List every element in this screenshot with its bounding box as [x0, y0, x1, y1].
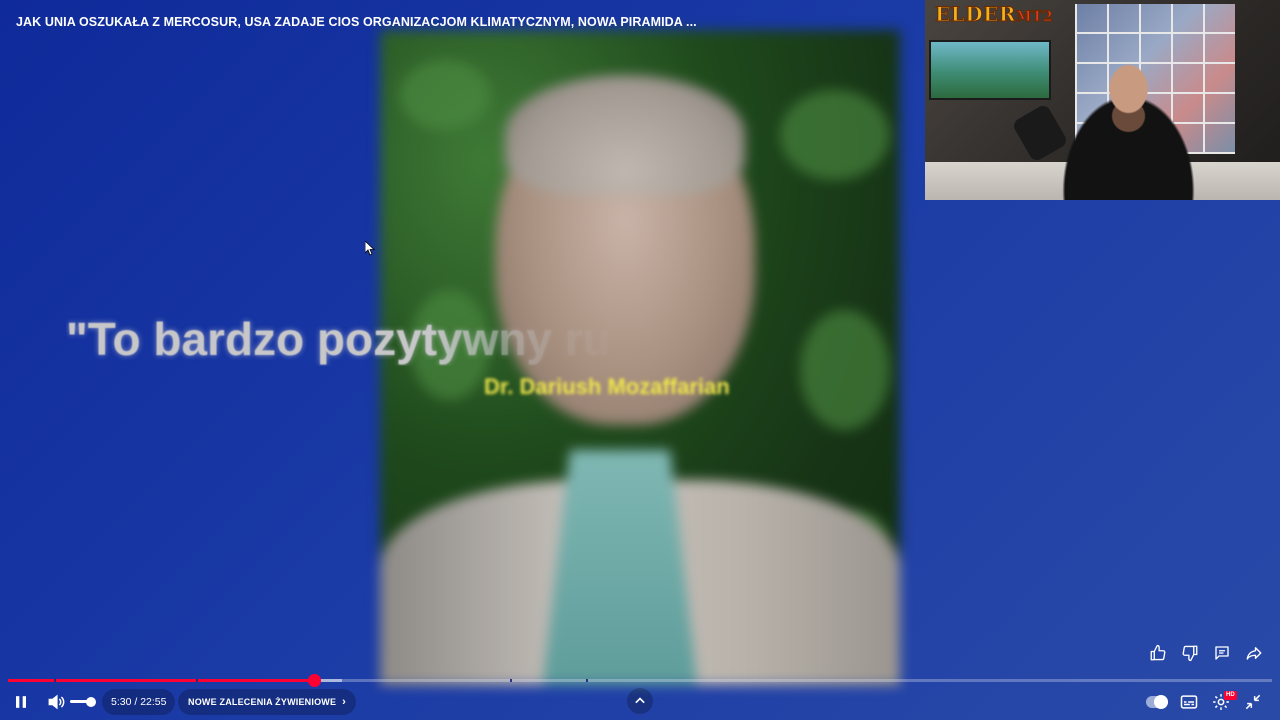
subtitles-button[interactable]	[1177, 690, 1201, 714]
chapter-marker	[53, 679, 56, 682]
quote-text: "To bardzo pozytywny ru	[66, 313, 611, 365]
share-icon	[1246, 647, 1261, 660]
autoplay-toggle[interactable]	[1146, 695, 1168, 709]
chapter-marker	[509, 679, 512, 682]
comments-button[interactable]	[1211, 642, 1232, 664]
pause-icon	[16, 696, 26, 708]
time-display: 5:30 / 22:55	[102, 689, 176, 715]
settings-button[interactable]: HD	[1209, 690, 1237, 714]
exit-fullscreen-button[interactable]	[1241, 690, 1265, 714]
chapter-button[interactable]: NOWE ZALECENIA ŻYWIENIOWE ›	[178, 689, 357, 715]
chevron-right-icon: ›	[342, 696, 347, 708]
progress-bar[interactable]	[8, 674, 1272, 687]
comment-icon	[1214, 646, 1229, 660]
subtitles-icon	[1180, 695, 1198, 709]
volume-slider[interactable]	[70, 696, 96, 707]
thumbs-down-icon	[1182, 645, 1197, 662]
video-actions	[1147, 642, 1264, 664]
autoplay-toggle-icon	[1154, 695, 1168, 709]
pause-button[interactable]	[9, 690, 33, 714]
volume-icon	[48, 694, 65, 710]
hd-badge: HD	[1224, 691, 1237, 700]
chevron-up-icon	[635, 697, 645, 704]
show-more-button[interactable]	[627, 688, 653, 714]
volume-handle[interactable]	[86, 696, 96, 707]
video-title[interactable]: JAK UNIA OSZUKAŁA Z MERCOSUR, USA ZADAJE…	[16, 15, 697, 29]
like-button[interactable]	[1147, 642, 1168, 664]
mouse-cursor-icon	[365, 241, 375, 256]
speaker-caption: Dr. Dariush Mozaffarian	[484, 374, 730, 399]
streamer-webcam: ELDERMT2	[925, 0, 1280, 200]
player-controls: 5:30 / 22:55 NOWE ZALECENIA ŻYWIENIOWE ›…	[0, 686, 1280, 716]
chapter-label: NOWE ZALECENIA ŻYWIENIOWE	[188, 697, 337, 707]
chapter-marker	[196, 679, 199, 682]
stream-logo: ELDERMT2	[934, 2, 1054, 27]
chapter-marker	[585, 679, 588, 682]
share-button[interactable]	[1243, 642, 1264, 664]
exit-fullscreen-icon	[1245, 694, 1261, 710]
thumbs-up-icon	[1150, 644, 1165, 661]
video-frame[interactable]: JAK UNIA OSZUKAŁA Z MERCOSUR, USA ZADAJE…	[0, 0, 1280, 720]
mute-button[interactable]	[44, 690, 68, 714]
dislike-button[interactable]	[1179, 642, 1200, 664]
